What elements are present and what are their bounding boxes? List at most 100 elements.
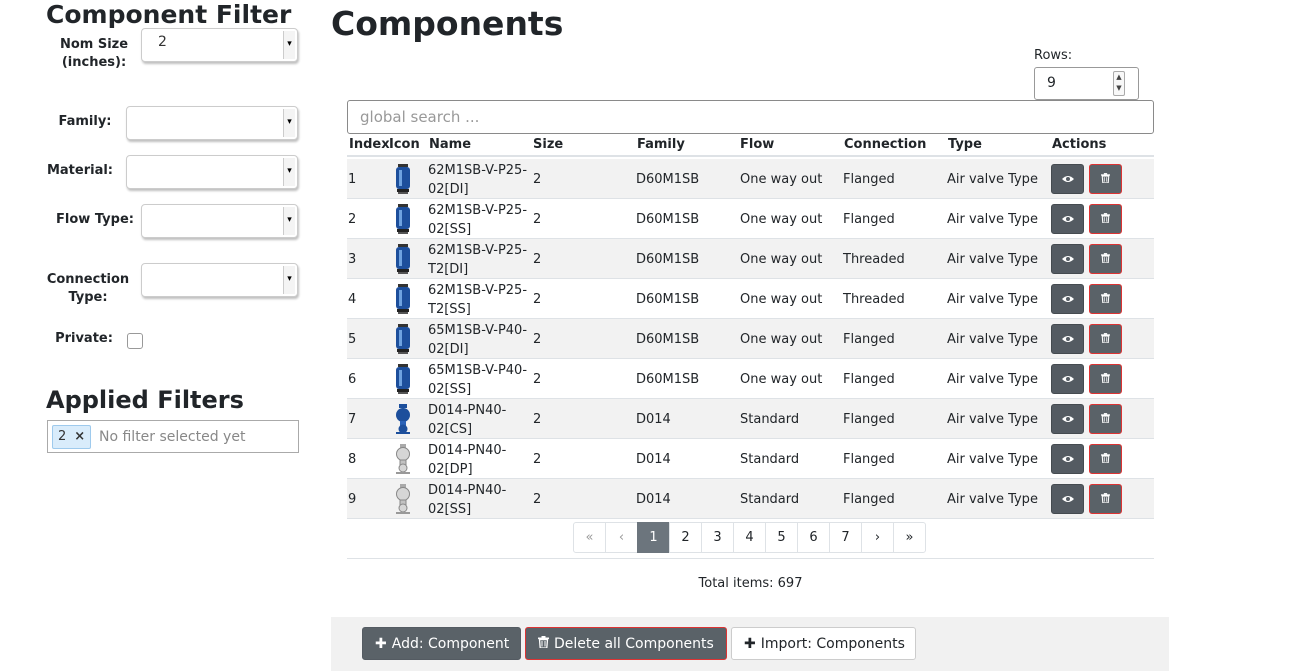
view-button[interactable] [1051, 244, 1084, 274]
cell-size: 2 [533, 332, 542, 347]
view-button[interactable] [1051, 284, 1084, 314]
applied-filters-box[interactable]: 2 × No filter selected yet [47, 420, 299, 453]
cell-name: 65M1SB-V-P40-02[DI] [428, 323, 528, 357]
view-button[interactable] [1051, 484, 1084, 514]
view-button[interactable] [1051, 444, 1084, 474]
page-7-button[interactable]: 7 [829, 522, 862, 553]
table-row: 4 62M1SB-V-P25-T2[SS] 2 D60M1SB One way out T… [347, 279, 1154, 319]
add-component-label: Add: Component [391, 635, 510, 652]
cell-connection: Flanged [843, 412, 895, 427]
delete-button[interactable] [1089, 284, 1122, 314]
col-header-family[interactable]: Family [637, 137, 685, 152]
blue-valve-icon [393, 164, 413, 194]
rows-per-page-input[interactable]: 9 ▲ ▼ [1034, 67, 1139, 100]
chevron-down-icon[interactable]: ▾ [283, 31, 295, 59]
page-6-button[interactable]: 6 [797, 522, 830, 553]
view-button[interactable] [1051, 164, 1084, 194]
delete-button[interactable] [1089, 364, 1122, 394]
cell-type: Air valve Type [947, 292, 1038, 307]
view-button[interactable] [1051, 204, 1084, 234]
eye-icon [1061, 452, 1074, 466]
cell-name: 62M1SB-V-P25-T2[SS] [428, 283, 528, 317]
cell-flow: Standard [740, 412, 800, 427]
cell-connection: Flanged [843, 172, 895, 187]
cell-flow: One way out [740, 332, 823, 347]
blue-valve-icon [393, 244, 413, 274]
grey-d014-valve-icon [393, 484, 413, 514]
close-icon[interactable]: × [74, 429, 85, 444]
chevron-down-icon[interactable]: ▾ [283, 158, 295, 186]
grey-d014-valve-icon [393, 444, 413, 474]
delete-button[interactable] [1089, 164, 1122, 194]
blue-valve-icon [393, 204, 413, 234]
delete-button[interactable] [1089, 324, 1122, 354]
eye-icon [1061, 492, 1074, 506]
col-header-actions: Actions [1052, 137, 1107, 152]
delete-all-components-button[interactable]: Delete all Components [525, 627, 727, 660]
col-header-index[interactable]: Index [349, 137, 390, 152]
col-header-connection[interactable]: Connection [844, 137, 926, 152]
delete-button[interactable] [1089, 404, 1122, 434]
chevron-down-icon[interactable]: ▾ [283, 109, 295, 137]
eye-icon [1061, 372, 1074, 386]
page-5-button[interactable]: 5 [765, 522, 798, 553]
view-button[interactable] [1051, 404, 1084, 434]
cell-family: D014 [636, 452, 671, 467]
chevron-down-icon[interactable]: ▾ [283, 266, 295, 294]
spinner-icon[interactable]: ▲ ▼ [1113, 71, 1125, 96]
cell-size: 2 [533, 492, 542, 507]
eye-icon [1061, 332, 1074, 346]
prev-page-button[interactable]: ‹ [605, 522, 638, 553]
col-header-flow[interactable]: Flow [740, 137, 774, 152]
add-component-button[interactable]: ✚ Add: Component [362, 627, 521, 660]
nom-size-label: Nom Size (inches): [59, 37, 129, 70]
cell-name: 62M1SB-V-P25-02[DI] [428, 163, 528, 197]
delete-button[interactable] [1089, 204, 1122, 234]
col-header-size[interactable]: Size [533, 137, 563, 152]
flow-type-select[interactable]: ▾ [141, 204, 298, 238]
connection-type-select[interactable]: ▾ [141, 263, 298, 297]
blue-d014-valve-icon [393, 404, 413, 434]
cell-index: 5 [348, 332, 357, 347]
page-2-button[interactable]: 2 [669, 522, 702, 553]
delete-button[interactable] [1089, 484, 1122, 514]
next-page-button[interactable]: › [861, 522, 894, 553]
global-search-input[interactable] [347, 100, 1154, 134]
first-page-button[interactable]: « [573, 522, 606, 553]
private-checkbox[interactable] [127, 333, 143, 349]
nom-size-value: 2 [158, 34, 167, 50]
col-header-name[interactable]: Name [429, 137, 471, 152]
plus-icon: ✚ [744, 635, 756, 652]
col-header-type[interactable]: Type [948, 137, 982, 152]
eye-icon [1061, 412, 1074, 426]
blue-valve-icon [393, 284, 413, 314]
delete-button[interactable] [1089, 444, 1122, 474]
pagination: «‹ 1 2 3 4 5 6 7 ›» [573, 522, 926, 553]
cell-name: 65M1SB-V-P40-02[SS] [428, 363, 528, 397]
view-button[interactable] [1051, 324, 1084, 354]
trash-icon [1101, 492, 1110, 506]
nom-size-select[interactable]: 2 ▾ [141, 28, 298, 62]
eye-icon [1061, 172, 1074, 186]
table-row: 1 62M1SB-V-P25-02[DI] 2 D60M1SB One way out F… [347, 159, 1154, 199]
blue-valve-icon [393, 364, 413, 394]
cell-name: D014-PN40-02[DP] [428, 443, 507, 477]
view-button[interactable] [1051, 364, 1084, 394]
delete-button[interactable] [1089, 244, 1122, 274]
family-select[interactable]: ▾ [126, 106, 298, 140]
cell-family: D014 [636, 492, 671, 507]
table-row: 3 62M1SB-V-P25-T2[DI] 2 D60M1SB One way out T… [347, 239, 1154, 279]
table-row: 8 D014-PN40-02[DP] 2 D014 Standard Flanged Air… [347, 439, 1154, 479]
cell-name: 62M1SB-V-P25-02[SS] [428, 203, 528, 237]
cell-type: Air valve Type [947, 452, 1038, 467]
page-4-button[interactable]: 4 [733, 522, 766, 553]
page-1-button[interactable]: 1 [637, 522, 670, 553]
material-select[interactable]: ▾ [126, 155, 298, 189]
cell-flow: One way out [740, 292, 823, 307]
import-components-button[interactable]: ✚ Import: Components [731, 627, 916, 660]
chevron-down-icon[interactable]: ▾ [283, 207, 295, 235]
material-label: Material: [46, 163, 114, 178]
page-3-button[interactable]: 3 [701, 522, 734, 553]
last-page-button[interactable]: » [893, 522, 926, 553]
delete-all-label: Delete all Components [554, 635, 714, 652]
